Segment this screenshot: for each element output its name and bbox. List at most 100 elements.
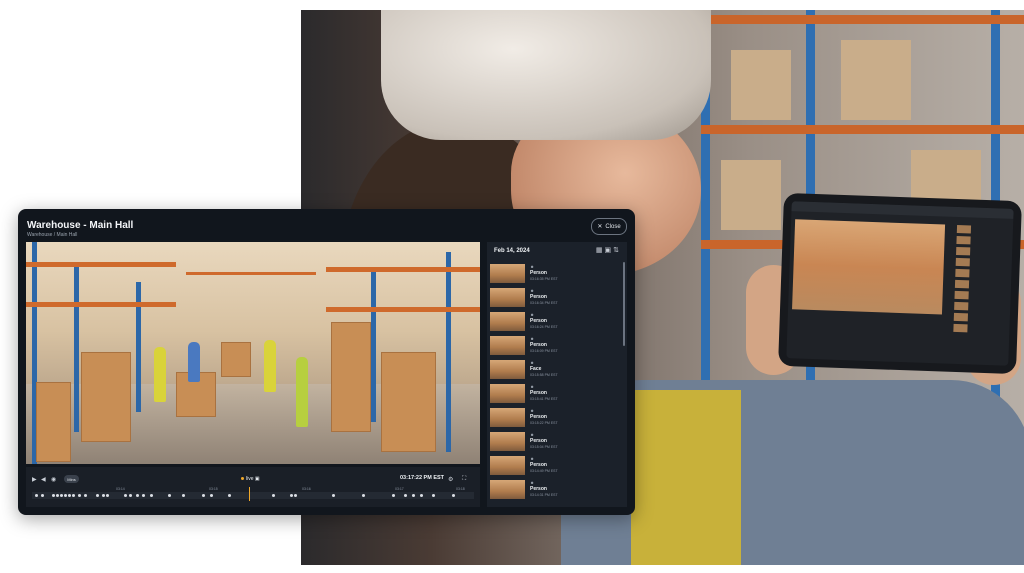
timeline-scrubber[interactable] [32, 492, 474, 499]
settings-icon[interactable]: ⚙ [448, 476, 453, 483]
timeline-event-marker[interactable] [60, 494, 63, 497]
calendar-icon[interactable]: ▣ [255, 476, 260, 482]
timeline-event-marker[interactable] [392, 494, 395, 497]
person-icon: ☻ [530, 288, 535, 293]
grid-icon[interactable]: ▦ [596, 247, 605, 254]
timeline-event-marker[interactable] [202, 494, 205, 497]
calendar-icon[interactable]: ▣ [605, 247, 614, 254]
timeline-event-marker[interactable] [290, 494, 293, 497]
timeline-event-marker[interactable] [150, 494, 153, 497]
event-list-item[interactable]: ☻ Face 03:15:58 PM EST [490, 358, 620, 382]
timeline-event-marker[interactable] [41, 494, 44, 497]
timeline-event-marker[interactable] [68, 494, 71, 497]
timeline-event-marker[interactable] [420, 494, 423, 497]
event-time: 03:15:58 PM EST [530, 373, 558, 377]
event-list-item[interactable]: ☻ Person 03:14:31 PM EST [490, 478, 620, 502]
timeline-event-marker[interactable] [142, 494, 145, 497]
cardboard-box [36, 382, 71, 462]
event-label: Person [530, 438, 547, 444]
timeline-event-marker[interactable] [84, 494, 87, 497]
event-thumbnail [490, 432, 525, 451]
shelf-beam [26, 262, 176, 267]
person-icon: ☻ [530, 480, 535, 485]
event-list-item[interactable]: ☻ Person 03:15:22 PM EST [490, 406, 620, 430]
timeline-event-marker[interactable] [124, 494, 127, 497]
panel-toolbar: ▦▣⇅ [596, 246, 621, 254]
timeline-event-marker[interactable] [96, 494, 99, 497]
event-list-item[interactable]: ☻ Person 03:16:09 PM EST [490, 334, 620, 358]
event-list-item[interactable]: ☻ Person 03:15:41 PM EST [490, 382, 620, 406]
events-panel: Feb 14, 2024 ▦▣⇅ ☻ Person 03:16:35 PM EST ☻… [487, 242, 627, 507]
timeline-event-marker[interactable] [452, 494, 455, 497]
timeline-event-marker[interactable] [52, 494, 55, 497]
worker-figure [264, 340, 276, 392]
timeline-event-marker[interactable] [106, 494, 109, 497]
cardboard-box [841, 40, 911, 120]
timeline-event-marker[interactable] [56, 494, 59, 497]
timeline-event-marker[interactable] [102, 494, 105, 497]
timeline-event-marker[interactable] [332, 494, 335, 497]
camera-icon[interactable]: ◉ [51, 476, 56, 483]
tablet-header [791, 201, 1014, 219]
event-label: Face [530, 366, 542, 372]
event-list-item[interactable]: ☻ Person 03:14:49 PM EST [490, 454, 620, 478]
timeline-event-marker[interactable] [64, 494, 67, 497]
event-list-item[interactable]: ☻ Person 03:15:04 PM EST [490, 430, 620, 454]
window-breadcrumb: Warehouse / Main Hall [27, 232, 78, 238]
timeline-event-marker[interactable] [136, 494, 139, 497]
event-list-item[interactable]: ☻ Person 03:16:35 PM EST [490, 262, 620, 286]
player-controls: ▶ ◀ ◉ Mins live ▣ 03:17:22 PM EST ⚙ ⛶ 03… [26, 467, 480, 507]
timeline-event-marker[interactable] [78, 494, 81, 497]
event-time: 03:14:31 PM EST [530, 493, 558, 497]
shelf-beam [326, 267, 480, 272]
close-label: Close [605, 223, 621, 230]
timeline-event-marker[interactable] [182, 494, 185, 497]
volume-icon[interactable]: ◀ [41, 476, 46, 483]
shelf-beam [701, 125, 1024, 134]
tablet-screen [786, 201, 1014, 366]
current-time: 03:17:22 PM EST [400, 475, 445, 481]
timeline-event-marker[interactable] [129, 494, 132, 497]
timeline-event-marker[interactable] [228, 494, 231, 497]
timeline-event-marker[interactable] [412, 494, 415, 497]
events-date: Feb 14, 2024 [494, 248, 530, 254]
fullscreen-icon[interactable]: ⛶ [462, 476, 466, 483]
timeline-event-marker[interactable] [210, 494, 213, 497]
worker-figure [296, 357, 308, 427]
live-indicator[interactable]: live ▣ [241, 476, 260, 482]
safety-vest [631, 390, 741, 565]
timeline-event-marker[interactable] [272, 494, 275, 497]
timeline-event-marker[interactable] [72, 494, 75, 497]
event-label: Person [530, 342, 547, 348]
event-time: 03:16:34 PM EST [530, 301, 558, 305]
mins-toggle[interactable]: Mins [64, 475, 79, 483]
timeline-event-marker[interactable] [432, 494, 435, 497]
event-thumbnail [490, 456, 525, 475]
timeline-event-marker[interactable] [362, 494, 365, 497]
shelf-beam [186, 272, 316, 275]
timeline-tick: 03:15 [209, 487, 218, 491]
event-thumbnail [490, 264, 525, 283]
event-list-item[interactable]: ☻ Person 03:16:24 PM EST [490, 310, 620, 334]
event-time: 03:16:24 PM EST [530, 325, 558, 329]
event-list-item[interactable]: ☻ Person 03:16:34 PM EST [490, 286, 620, 310]
person-icon: ☻ [530, 456, 535, 461]
play-icon[interactable]: ▶ [32, 476, 37, 483]
timeline-event-marker[interactable] [294, 494, 297, 497]
tablet-video [792, 219, 946, 315]
person-icon: ☻ [530, 408, 535, 413]
window-title: Warehouse - Main Hall [27, 220, 134, 231]
event-time: 03:15:22 PM EST [530, 421, 558, 425]
timeline-event-marker[interactable] [168, 494, 171, 497]
timeline-event-marker[interactable] [35, 494, 38, 497]
live-dot [241, 477, 244, 481]
event-time: 03:15:41 PM EST [530, 397, 558, 401]
timeline-playhead[interactable] [249, 487, 250, 501]
event-thumbnail [490, 312, 525, 331]
timeline-event-marker[interactable] [404, 494, 407, 497]
filter-icon[interactable]: ⇅ [613, 247, 621, 254]
close-button[interactable]: ✕ Close [591, 218, 627, 235]
camera-video-feed[interactable] [26, 242, 480, 464]
event-list-scrollbar[interactable] [623, 262, 625, 346]
shelf-rack [74, 262, 79, 432]
